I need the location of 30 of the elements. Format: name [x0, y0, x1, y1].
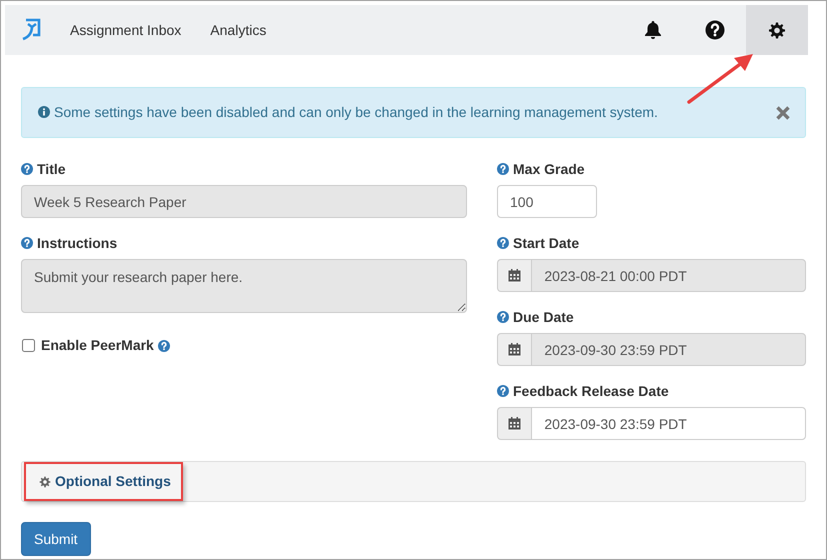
- help-icon: [497, 163, 509, 175]
- field-label: Title: [37, 160, 66, 178]
- help-icon: [497, 237, 509, 249]
- checkbox-label: Enable PeerMark: [41, 336, 154, 355]
- date-field[interactable]: 2023-09-30 23:59 PDT: [531, 407, 806, 440]
- grade-field[interactable]: 100: [497, 185, 597, 218]
- logo-icon: [20, 18, 41, 42]
- close-icon[interactable]: [775, 104, 791, 120]
- help-icon: [158, 340, 170, 352]
- peermark-checkbox[interactable]: [22, 339, 35, 352]
- alert-text: Some settings have been disabled and can only be changed in the learning management system.: [54, 104, 658, 120]
- help-icon: [497, 385, 509, 397]
- field-label: Instructions: [37, 234, 118, 252]
- calendar-icon[interactable]: [497, 407, 532, 440]
- field-label: Max Grade: [513, 160, 585, 178]
- settings-icon[interactable]: [746, 5, 808, 55]
- gear-icon: [39, 476, 51, 488]
- calendar-icon[interactable]: [497, 259, 532, 292]
- field-label: Feedback Release Date: [513, 382, 669, 400]
- submit-button[interactable]: Submit: [21, 522, 91, 556]
- nav-link[interactable]: Analytics: [210, 20, 266, 40]
- help-icon: [21, 163, 33, 175]
- help-icon: [21, 237, 33, 249]
- optional-settings-link[interactable]: Optional Settings: [24, 462, 183, 501]
- info-icon: [38, 106, 50, 118]
- nav-link[interactable]: Assignment Inbox: [70, 20, 182, 40]
- field-label: Start Date: [513, 234, 580, 252]
- help-icon: [497, 311, 509, 323]
- field-label: Due Date: [513, 308, 574, 326]
- calendar-icon[interactable]: [497, 333, 532, 366]
